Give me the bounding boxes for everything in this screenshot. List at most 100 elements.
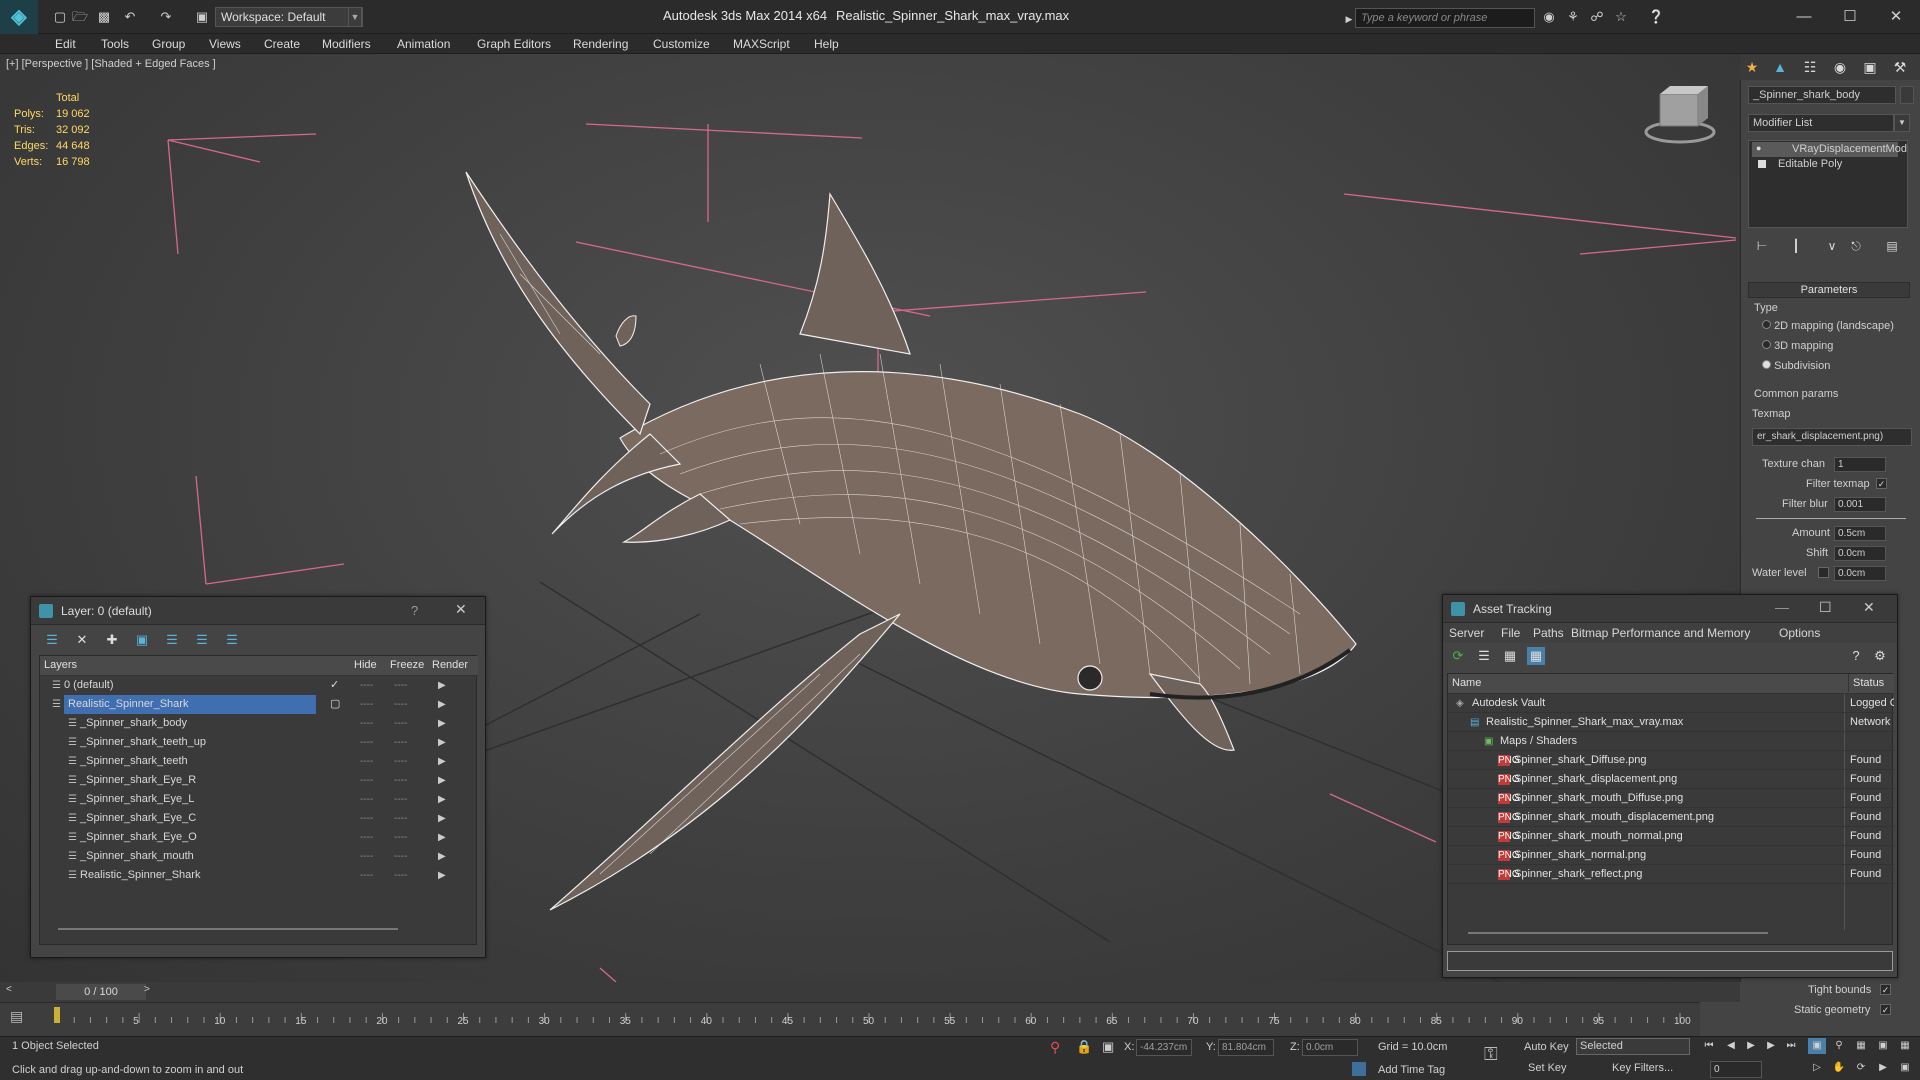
hide-toggle[interactable]: ---- (360, 828, 373, 847)
hide-toggle[interactable]: ---- (360, 866, 373, 885)
layer-row[interactable]: ☰ _Spinner_shark_Eye_O ---- ---- ▶ (40, 828, 478, 847)
static-geometry-checkbox[interactable]: ✓ (1880, 1004, 1891, 1015)
stack-item-editable-poly[interactable]: Editable Poly (1752, 157, 1898, 172)
walkthrough-icon[interactable]: ▶ (1874, 1060, 1892, 1076)
hierarchy-tab-icon[interactable]: ☷ (1800, 57, 1820, 77)
horizontal-scrollbar[interactable] (58, 928, 398, 930)
time-config-icon[interactable]: ▣ (1808, 1038, 1826, 1054)
close-icon[interactable]: ✕ (1876, 4, 1916, 30)
object-color-swatch[interactable] (1900, 86, 1914, 104)
menu-modifiers[interactable]: Modifiers (322, 35, 371, 53)
layer-row[interactable]: ☰ Realistic_Spinner_Shark ▢ ---- ---- ▶ (40, 695, 478, 714)
shark-model[interactable] (465, 171, 1357, 911)
search-input[interactable]: Type a keyword or phrase (1355, 8, 1535, 28)
menu-help[interactable]: Help (814, 35, 839, 53)
maximize-viewport-icon[interactable]: ▦ (1896, 1038, 1914, 1054)
layer-row[interactable]: ☰ _Spinner_shark_teeth ---- ---- ▶ (40, 752, 478, 771)
asset-row[interactable]: PNG Spinner_shark_mouth_Diffuse.png Found (1448, 789, 1894, 808)
asset-row[interactable]: PNG Spinner_shark_reflect.png Found (1448, 865, 1894, 884)
viewport-label[interactable]: [+] [Perspective ] [Shaded + Edged Faces… (6, 58, 216, 70)
remove-modifier-icon[interactable]: ⎋ (1846, 236, 1866, 256)
freeze-toggle[interactable]: ---- (394, 695, 407, 714)
type-option-2d[interactable]: 2D mapping (landscape) (1762, 320, 1894, 332)
previous-frame-icon[interactable]: ◀ (1722, 1038, 1740, 1054)
refresh-icon[interactable]: ⟳ (1449, 647, 1467, 665)
next-frame-icon[interactable]: ▶ (1762, 1038, 1780, 1054)
render-teapot-icon[interactable]: ▶ (438, 809, 446, 828)
highlight-layer-icon[interactable]: ☰ (163, 631, 181, 649)
hide-toggle[interactable]: ---- (360, 752, 373, 771)
render-teapot-icon[interactable]: ▶ (438, 733, 446, 752)
current-frame-field[interactable]: 0 (1710, 1061, 1762, 1078)
freeze-toggle[interactable]: ---- (394, 790, 407, 809)
asset-row[interactable]: ◈ Autodesk Vault Logged O (1448, 694, 1894, 713)
minimize-icon[interactable]: — (1784, 4, 1824, 30)
layer-row[interactable]: ☰ Realistic_Spinner_Shark ---- ---- ▶ (40, 866, 478, 885)
texture-chan-spinner[interactable]: 1 (1834, 457, 1886, 472)
delete-layer-icon[interactable]: ✕ (73, 631, 91, 649)
maximize-icon[interactable]: ☐ (1819, 599, 1832, 616)
go-to-start-icon[interactable]: ⏮ (1700, 1038, 1718, 1054)
favorites-star-icon[interactable]: ☆ (1613, 9, 1629, 25)
zoom-all-icon[interactable]: ▦ (1852, 1038, 1870, 1054)
auto-key-button[interactable]: Auto Key (1524, 1041, 1569, 1053)
render-teapot-icon[interactable]: ▶ (438, 771, 446, 790)
hide-toggle[interactable]: ---- (360, 790, 373, 809)
layer-row[interactable]: ☰ _Spinner_shark_Eye_C ---- ---- ▶ (40, 809, 478, 828)
modifier-list-select[interactable]: Modifier List (1748, 114, 1894, 132)
freeze-toggle[interactable]: ---- (394, 733, 407, 752)
next-frame-icon[interactable]: > (144, 984, 150, 995)
asset-row[interactable]: PNG Spinner_shark_normal.png Found (1448, 846, 1894, 865)
time-slider[interactable]: < 0 / 100 > (0, 982, 1740, 1002)
lock-icon[interactable]: 🔒 (1076, 1039, 1092, 1055)
hide-toggle[interactable]: ---- (360, 847, 373, 866)
subscription-icon[interactable]: ⚘ (1565, 9, 1581, 25)
close-icon[interactable]: ✕ (1863, 599, 1875, 616)
help-icon[interactable]: ? (411, 603, 418, 618)
save-icon[interactable]: ▩ (96, 9, 112, 25)
layer-row[interactable]: ☰ 0 (default) ✓ ---- ---- ▶ (40, 676, 478, 695)
x-coordinate-field[interactable]: -44.237cm (1136, 1039, 1192, 1056)
display-tab-icon[interactable]: ▣ (1860, 57, 1880, 77)
layer-row[interactable]: ☰ _Spinner_shark_body ---- ---- ▶ (40, 714, 478, 733)
table-view-icon[interactable]: ▦ (1527, 647, 1545, 665)
motion-tab-icon[interactable]: ◉ (1830, 57, 1850, 77)
radio-selected-icon[interactable] (1762, 360, 1771, 369)
menu-rendering[interactable]: Rendering (573, 35, 628, 53)
asset-menu-options[interactable]: Options (1779, 626, 1820, 640)
communication-icon[interactable]: ☍ (1589, 9, 1605, 25)
lightbulb-icon[interactable]: ● (1756, 143, 1764, 153)
asset-row[interactable]: PNG Spinner_shark_displacement.png Found (1448, 770, 1894, 789)
freeze-toggle[interactable]: ---- (394, 676, 407, 695)
open-file-icon[interactable]: 🗁 (72, 9, 88, 25)
hide-all-icon[interactable]: ☰ (193, 631, 211, 649)
freeze-toggle[interactable]: ---- (394, 771, 407, 790)
parameters-rollout[interactable]: Parameters (1748, 282, 1910, 298)
hide-toggle[interactable]: ---- (360, 676, 373, 695)
isolate-icon[interactable]: ⚲ (1050, 1039, 1060, 1056)
set-key-button[interactable]: Set Key (1528, 1062, 1567, 1074)
create-tab-icon[interactable]: ★ (1742, 57, 1762, 77)
render-teapot-icon[interactable]: ▶ (438, 714, 446, 733)
show-end-result-icon[interactable]: ┃ (1786, 236, 1806, 256)
render-teapot-icon[interactable]: ▶ (438, 790, 446, 809)
asset-menu-server[interactable]: Server (1449, 626, 1484, 640)
column-name[interactable]: Name (1452, 674, 1481, 692)
render-teapot-icon[interactable]: ▶ (438, 752, 446, 771)
menu-edit[interactable]: Edit (55, 35, 76, 53)
filter-blur-spinner[interactable]: 0.001 (1834, 497, 1886, 512)
close-icon[interactable]: ✕ (455, 601, 467, 618)
time-cursor[interactable] (54, 1007, 60, 1023)
menu-tools[interactable]: Tools (101, 35, 129, 53)
key-icon[interactable]: ⚿ (1484, 1044, 1498, 1065)
key-filters-button[interactable]: Key Filters... (1612, 1062, 1673, 1074)
list-view-icon[interactable]: ☰ (1475, 647, 1493, 665)
go-to-end-icon[interactable]: ⏭ (1782, 1038, 1800, 1054)
key-set-select[interactable]: Selected (1576, 1038, 1690, 1055)
texmap-button[interactable]: er_shark_displacement.png) (1752, 428, 1912, 446)
freeze-toggle[interactable]: ---- (394, 828, 407, 847)
track-bar[interactable] (0, 1002, 1700, 1036)
set-active-layer-icon[interactable]: ▢ (330, 695, 340, 714)
horizontal-scrollbar[interactable] (1468, 932, 1768, 934)
time-tag-icon[interactable] (1352, 1062, 1366, 1076)
